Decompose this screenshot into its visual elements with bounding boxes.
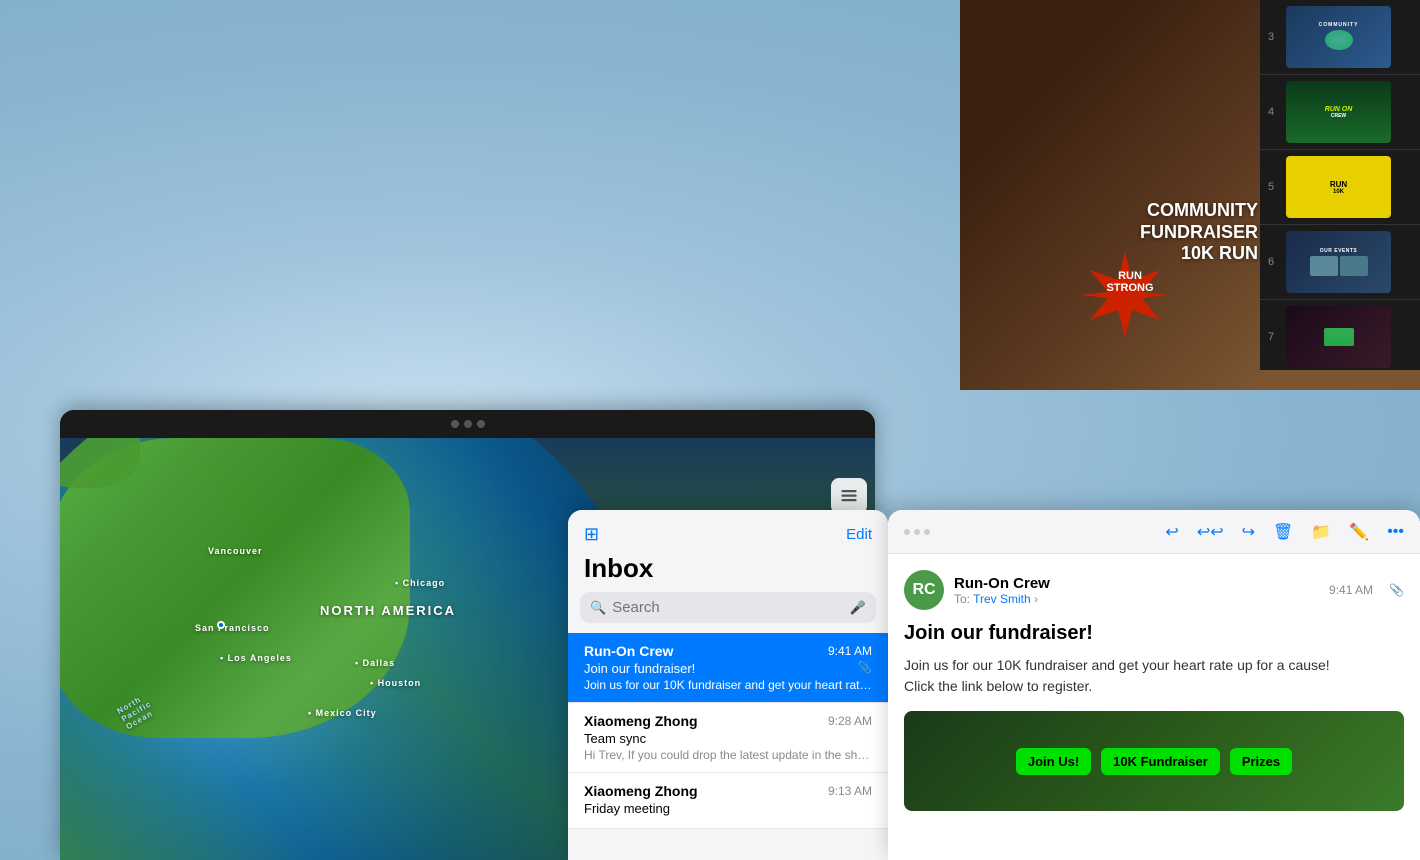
mail-item-top-1: Run-On Crew 9:41 AM — [584, 643, 872, 659]
detail-body-text: Join us for our 10K fundraiser and get y… — [904, 655, 1404, 697]
map-layers-button[interactable] — [831, 478, 867, 514]
detail-toolbar: ↩ ↩↩ ↪ 🗑 📁 ✏️ ••• — [888, 510, 1420, 554]
mail-list-item-1[interactable]: Run-On Crew 9:41 AM Join our fundraiser!… — [568, 633, 888, 703]
slide-number-7: 7 — [1268, 331, 1286, 343]
mexicocity-label: • Mexico City — [308, 708, 377, 718]
mail-preview-1: Join us for our 10K fundraiser and get y… — [584, 678, 872, 692]
detail-dot-3 — [924, 529, 930, 535]
compose-button[interactable]: ✏️ — [1349, 522, 1369, 542]
more-button[interactable]: ••• — [1387, 523, 1404, 541]
prizes-tag[interactable]: Prizes — [1230, 748, 1292, 775]
slide-item-3[interactable]: 3 COMMUNITY — [1260, 0, 1420, 75]
houston-label: • Houston — [370, 678, 421, 688]
mail-header: ⊞ Edit — [568, 510, 888, 553]
microphone-icon[interactable]: 🎤 — [850, 600, 866, 616]
losangeles-label: • Los Angeles — [220, 653, 292, 663]
sender-to: To: Trev Smith › — [954, 592, 1319, 606]
mail-list-item-2[interactable]: Xiaomeng Zhong 9:28 AM Team sync Hi Trev… — [568, 703, 888, 773]
mail-sidebar-toggle[interactable]: ⊞ — [584, 524, 599, 545]
mail-item-top-3: Xiaomeng Zhong 9:13 AM — [584, 783, 872, 799]
slide-number-5: 5 — [1268, 181, 1286, 193]
map-window-dots — [451, 420, 485, 428]
slide-number-4: 4 — [1268, 106, 1286, 118]
join-us-tag[interactable]: Join Us! — [1016, 748, 1091, 775]
mail-subject-2: Team sync — [584, 731, 872, 746]
search-input[interactable] — [612, 599, 844, 616]
mail-preview-2: Hi Trev, If you could drop the latest up… — [584, 748, 872, 762]
slide-number-3: 3 — [1268, 31, 1286, 43]
slide-thumb-6: OUR EVENTS — [1286, 231, 1391, 293]
run-strong-text: RUNSTRONG — [1095, 270, 1165, 294]
slide-item-6[interactable]: 6 OUR EVENTS — [1260, 225, 1420, 300]
mail-sender-1: Run-On Crew — [584, 643, 673, 659]
forward-button[interactable]: ↪ — [1242, 522, 1255, 542]
search-icon: 🔍 — [590, 600, 606, 616]
detail-attachment-icon: 📎 — [1389, 583, 1404, 597]
slide-thumb-3: COMMUNITY — [1286, 6, 1391, 68]
slide-item-5[interactable]: 5 RUN 10K — [1260, 150, 1420, 225]
detail-dot-1 — [904, 529, 910, 535]
mail-list-item-3[interactable]: Xiaomeng Zhong 9:13 AM Friday meeting — [568, 773, 888, 829]
mail-edit-button[interactable]: Edit — [846, 526, 872, 543]
detail-dot-2 — [914, 529, 920, 535]
trash-button[interactable]: 🗑 — [1273, 522, 1293, 542]
slide-thumb-5: RUN 10K — [1286, 156, 1391, 218]
detail-window-dots — [904, 529, 930, 535]
slide-number-6: 6 — [1268, 256, 1286, 268]
location-dot-sf — [217, 621, 225, 629]
detail-subject: Join our fundraiser! — [904, 622, 1404, 645]
reply-all-button[interactable]: ↩↩ — [1197, 522, 1224, 542]
message-detail-panel: ↩ ↩↩ ↪ 🗑 📁 ✏️ ••• RC Run-On Crew To: Tre… — [888, 510, 1420, 860]
slide-item-7[interactable]: 7 — [1260, 300, 1420, 370]
mail-sender-3: Xiaomeng Zhong — [584, 783, 698, 799]
chicago-label: • Chicago — [395, 578, 445, 588]
sender-name: Run-On Crew — [954, 575, 1319, 592]
slide-item-4[interactable]: 4 RUN ON CREW — [1260, 75, 1420, 150]
detail-body: RC Run-On Crew To: Trev Smith › 9:41 AM … — [888, 554, 1420, 827]
recipient-name[interactable]: Trev Smith — [973, 592, 1031, 606]
10k-fundraiser-tag[interactable]: 10K Fundraiser — [1101, 748, 1220, 775]
mail-window: ⊞ Edit Inbox 🔍 🎤 Run-On Crew 9:41 AM Joi… — [568, 510, 888, 860]
sanfrancisco-label: San Francisco — [195, 623, 270, 633]
slide-thumb-4: RUN ON CREW — [1286, 81, 1391, 143]
mail-sender-2: Xiaomeng Zhong — [584, 713, 698, 729]
map-dot-2 — [464, 420, 472, 428]
mail-subject-3: Friday meeting — [584, 801, 872, 816]
sender-avatar: RC — [904, 570, 944, 610]
mail-time-2: 9:28 AM — [828, 714, 872, 728]
vancouver-label: Vancouver — [208, 546, 263, 556]
community-fundraiser-text: COMMUNITYFUNDRAISER10K RUN — [1140, 200, 1258, 265]
sender-row: RC Run-On Crew To: Trev Smith › 9:41 AM … — [904, 570, 1404, 610]
folder-button[interactable]: 📁 — [1311, 522, 1331, 542]
slides-panel: 3 COMMUNITY 4 RUN ON CREW 5 RUN 10K 6 — [1260, 0, 1420, 370]
mail-subject-1: Join our fundraiser! — [584, 661, 872, 676]
reply-button[interactable]: ↩ — [1165, 522, 1178, 542]
mail-inbox-title: Inbox — [568, 553, 888, 592]
attachment-icon-1: 📎 — [858, 661, 872, 674]
mail-search-bar[interactable]: 🔍 🎤 — [580, 592, 876, 623]
sender-info: Run-On Crew To: Trev Smith › — [954, 575, 1319, 606]
map-dot-1 — [451, 420, 459, 428]
north-america-label: NORTH AMERICA — [320, 603, 456, 618]
mail-item-top-2: Xiaomeng Zhong 9:28 AM — [584, 713, 872, 729]
detail-timestamp: 9:41 AM — [1329, 583, 1373, 597]
map-titlebar — [60, 410, 875, 438]
fundraiser-image: Join Us! 10K Fundraiser Prizes — [904, 711, 1404, 811]
slide-thumb-7 — [1286, 306, 1391, 368]
map-dot-3 — [477, 420, 485, 428]
mail-time-3: 9:13 AM — [828, 784, 872, 798]
detail-actions: ↩ ↩↩ ↪ 🗑 📁 ✏️ ••• — [1165, 522, 1404, 542]
dallas-label: • Dallas — [355, 658, 395, 668]
mail-time-1: 9:41 AM — [828, 644, 872, 658]
